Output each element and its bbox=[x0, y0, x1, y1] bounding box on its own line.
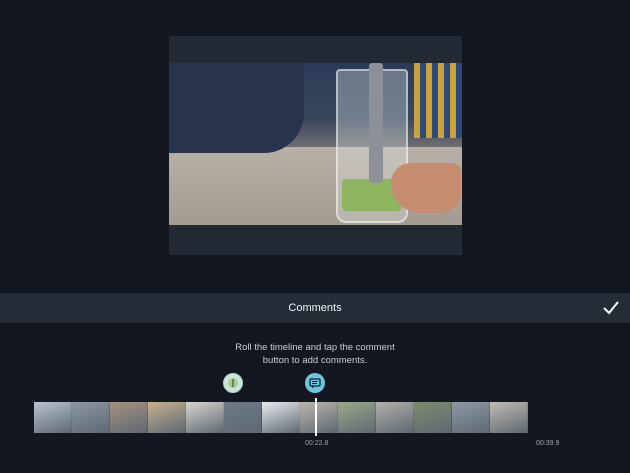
playhead[interactable] bbox=[315, 398, 317, 436]
timeline-frame bbox=[490, 402, 528, 433]
video-scene-plaid-shirt bbox=[414, 63, 462, 138]
comment-icon bbox=[309, 377, 321, 388]
comment-marker-thumbnail[interactable] bbox=[223, 373, 243, 393]
video-scene-person bbox=[169, 63, 304, 153]
comments-header-bar: Comments bbox=[0, 293, 630, 323]
timeline-filmstrip[interactable] bbox=[34, 402, 528, 433]
timeline-frame bbox=[72, 402, 110, 433]
end-time: 00:39.9 bbox=[536, 440, 560, 447]
checkmark-icon bbox=[603, 301, 619, 315]
instruction-line-1: Roll the timeline and tap the comment bbox=[235, 342, 395, 353]
timeline-frame bbox=[262, 402, 300, 433]
timeline-frame bbox=[300, 402, 338, 433]
instruction-line-2: button to add comments. bbox=[262, 355, 368, 366]
video-scene-muddler bbox=[369, 63, 383, 183]
timeline-frame bbox=[110, 402, 148, 433]
timeline-frame bbox=[452, 402, 490, 433]
thumbnail-marker-icon bbox=[228, 378, 238, 388]
timeline-frame bbox=[376, 402, 414, 433]
page-title: Comments bbox=[288, 302, 342, 314]
timeline-frame bbox=[148, 402, 186, 433]
instruction-text: Roll the timeline and tap the comment bu… bbox=[0, 341, 630, 367]
done-button[interactable] bbox=[600, 297, 622, 319]
timeline-frame bbox=[34, 402, 72, 433]
add-comment-button[interactable] bbox=[305, 373, 325, 393]
timeline-frame bbox=[338, 402, 376, 433]
current-time: 00:22.8 bbox=[305, 440, 329, 447]
timeline-frame bbox=[224, 402, 262, 433]
timeline-frame bbox=[414, 402, 452, 433]
video-preview[interactable] bbox=[169, 63, 462, 225]
timeline-frame bbox=[186, 402, 224, 433]
video-preview-frame bbox=[169, 36, 462, 255]
video-scene-hand bbox=[391, 163, 461, 213]
